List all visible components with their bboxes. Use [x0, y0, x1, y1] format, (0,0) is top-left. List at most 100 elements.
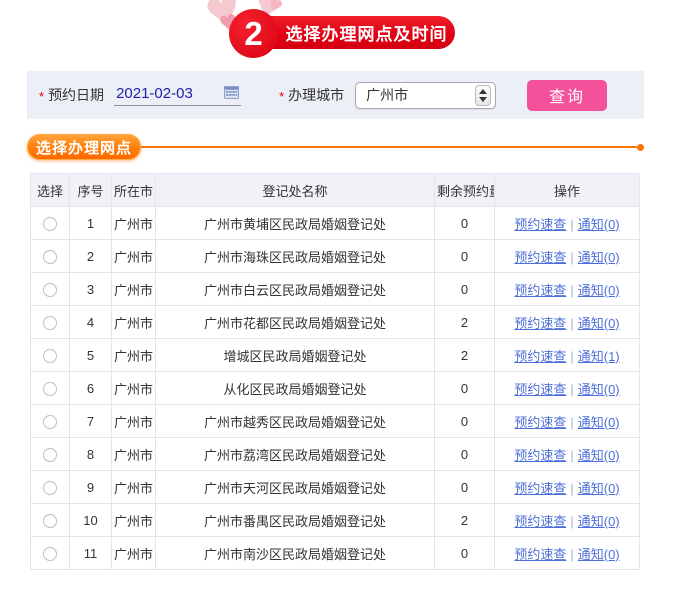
quick-check-link[interactable]: 预约速查: [514, 415, 566, 430]
row-remaining-count: 0: [434, 536, 495, 570]
row-actions: 预约速查 | 通知(0): [494, 305, 640, 339]
row-index: 8: [69, 437, 112, 471]
city-select[interactable]: 广州市: [355, 81, 497, 109]
row-radio-button[interactable]: [43, 480, 57, 495]
city-label: 办理城市: [288, 87, 345, 103]
row-city: 广州市: [111, 338, 156, 372]
link-separator: |: [570, 249, 574, 265]
header-select: 选择: [30, 173, 70, 207]
row-city: 广州市: [111, 503, 156, 537]
row-city: 广州市: [111, 437, 156, 471]
row-registry-name: 广州市天河区民政局婚姻登记处: [155, 470, 435, 504]
link-separator: |: [570, 414, 574, 430]
row-index: 5: [69, 338, 112, 372]
header-city: 所在市: [111, 173, 156, 207]
required-marker: *: [39, 89, 45, 104]
table-row: 7 广州市 广州市越秀区民政局婚姻登记处 0 预约速查 | 通知(0): [30, 404, 640, 438]
row-registry-name: 广州市白云区民政局婚姻登记处: [155, 272, 435, 306]
row-city: 广州市: [111, 404, 156, 438]
row-city: 广州市: [111, 272, 156, 306]
row-radio-button[interactable]: [43, 381, 57, 396]
section-divider-dot: [637, 143, 644, 151]
row-radio-button[interactable]: [43, 546, 57, 561]
link-separator: |: [570, 480, 574, 496]
row-actions: 预约速查 | 通知(0): [494, 404, 640, 438]
row-index: 1: [69, 206, 112, 240]
notice-link[interactable]: 通知(0): [578, 448, 620, 463]
notice-link[interactable]: 通知(0): [578, 316, 620, 331]
row-actions: 预约速查 | 通知(0): [494, 239, 640, 273]
row-city: 广州市: [111, 371, 156, 405]
row-city: 广州市: [111, 470, 156, 504]
row-registry-name: 广州市番禺区民政局婚姻登记处: [155, 503, 435, 537]
section-header: 选择办理网点: [27, 134, 644, 160]
notice-link[interactable]: 通知(0): [578, 415, 620, 430]
row-radio-button[interactable]: [43, 447, 57, 462]
row-remaining-count: 0: [434, 239, 495, 273]
header-index: 序号: [69, 173, 112, 207]
table-row: 5 广州市 增城区民政局婚姻登记处 2 预约速查 | 通知(1): [30, 338, 640, 372]
row-city: 广州市: [111, 536, 156, 570]
link-separator: |: [570, 315, 574, 331]
row-actions: 预约速查 | 通知(0): [494, 437, 640, 471]
row-radio-button[interactable]: [43, 216, 57, 231]
query-button[interactable]: 查询: [527, 79, 607, 111]
table-row: 9 广州市 广州市天河区民政局婚姻登记处 0 预约速查 | 通知(0): [30, 470, 640, 504]
quick-check-link[interactable]: 预约速查: [514, 316, 566, 331]
row-index: 11: [69, 536, 112, 570]
notice-link[interactable]: 通知(0): [578, 250, 620, 265]
quick-check-link[interactable]: 预约速查: [514, 250, 566, 265]
quick-check-link[interactable]: 预约速查: [514, 547, 566, 562]
notice-link[interactable]: 通知(0): [578, 547, 620, 562]
notice-link[interactable]: 通知(0): [578, 217, 620, 232]
row-city: 广州市: [111, 305, 156, 339]
link-separator: |: [570, 513, 574, 529]
step-header: ♥ ♥ ♥ ♥ 选择办理网点及时间 2: [0, 0, 675, 64]
quick-check-link[interactable]: 预约速查: [514, 349, 566, 364]
link-separator: |: [570, 282, 574, 298]
row-actions: 预约速查 | 通知(0): [494, 272, 640, 306]
table-row: 1 广州市 广州市黄埔区民政局婚姻登记处 0 预约速查 | 通知(0): [30, 206, 640, 240]
registry-table: 选择 序号 所在市 登记处名称 剩余预约量 操作 1广州市广州市黄埔区民政局婚姻…: [30, 173, 640, 570]
row-registry-name: 从化区民政局婚姻登记处: [155, 371, 435, 405]
link-separator: |: [570, 447, 574, 463]
row-radio-button[interactable]: [43, 315, 57, 330]
link-separator: |: [570, 216, 574, 232]
table-row: 11 广州市 广州市南沙区民政局婚姻登记处 0 预约速查 | 通知(0): [30, 536, 640, 570]
calendar-icon[interactable]: [224, 85, 240, 102]
row-remaining-count: 0: [434, 206, 495, 240]
quick-check-link[interactable]: 预约速查: [514, 481, 566, 496]
row-index: 9: [69, 470, 112, 504]
notice-link[interactable]: 通知(0): [578, 283, 620, 298]
table-row: 6 广州市 从化区民政局婚姻登记处 0 预约速查 | 通知(0): [30, 371, 640, 405]
quick-check-link[interactable]: 预约速查: [514, 283, 566, 298]
city-select-value: 广州市: [366, 87, 409, 103]
row-registry-name: 广州市黄埔区民政局婚姻登记处: [155, 206, 435, 240]
row-index: 10: [69, 503, 112, 537]
row-actions: 预约速查 | 通知(0): [494, 371, 640, 405]
quick-check-link[interactable]: 预约速查: [514, 382, 566, 397]
table-row: 10 广州市 广州市番禺区民政局婚姻登记处 2 预约速查 | 通知(0): [30, 503, 640, 537]
row-city: 广州市: [111, 206, 156, 240]
notice-link[interactable]: 通知(1): [578, 349, 620, 364]
row-registry-name: 广州市荔湾区民政局婚姻登记处: [155, 437, 435, 471]
quick-check-link[interactable]: 预约速查: [514, 514, 566, 529]
row-actions: 预约速查 | 通知(0): [494, 470, 640, 504]
row-radio-button[interactable]: [43, 414, 57, 429]
row-radio-button[interactable]: [43, 348, 57, 363]
date-input[interactable]: 2021-02-03: [114, 85, 242, 106]
row-radio-button[interactable]: [43, 249, 57, 264]
row-remaining-count: 2: [434, 503, 495, 537]
row-radio-button[interactable]: [43, 513, 57, 528]
row-remaining-count: 0: [434, 371, 495, 405]
row-radio-button[interactable]: [43, 282, 57, 297]
filter-bar: * 预约日期 2021-02-03 * 办理城市 广州市 查询: [27, 71, 644, 119]
quick-check-link[interactable]: 预约速查: [514, 217, 566, 232]
notice-link[interactable]: 通知(0): [578, 382, 620, 397]
select-stepper-icon: [475, 84, 492, 106]
notice-link[interactable]: 通知(0): [578, 481, 620, 496]
table-header-row: 选择 序号 所在市 登记处名称 剩余预约量 操作: [30, 173, 640, 207]
quick-check-link[interactable]: 预约速查: [514, 448, 566, 463]
section-title: 选择办理网点: [27, 134, 141, 160]
notice-link[interactable]: 通知(0): [578, 514, 620, 529]
